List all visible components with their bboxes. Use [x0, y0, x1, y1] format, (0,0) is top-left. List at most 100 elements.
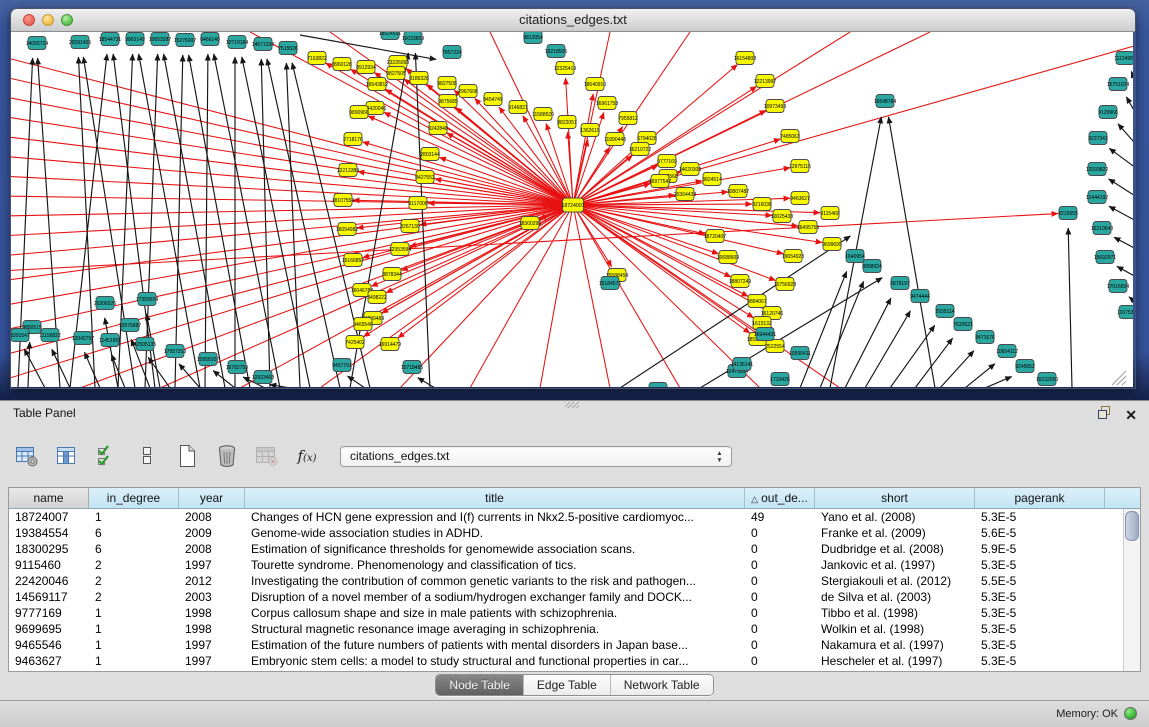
tab-node-table[interactable]: Node Table	[436, 675, 523, 695]
status-bar: Memory: OK	[0, 700, 1149, 727]
graph-node-label: 18524531	[379, 32, 401, 37]
graph-node-label: 11156822	[39, 333, 61, 339]
table-cell: 1998	[179, 621, 245, 637]
table-settings-button[interactable]	[14, 443, 40, 469]
graph-node-label: 14136141	[731, 362, 753, 368]
graph-node-label: 11588520	[532, 112, 554, 118]
graph-node-label: 8391547	[11, 333, 30, 339]
graph-node-label: 8878344	[382, 272, 402, 278]
column-header-name[interactable]: name	[9, 488, 89, 509]
graph-node-label: 18807249	[729, 279, 751, 285]
table-cell: 2012	[179, 573, 245, 589]
scrollbar-thumb[interactable]	[1125, 511, 1139, 541]
tab-network-table[interactable]: Network Table	[610, 675, 713, 695]
table-row[interactable]: 1830029562008Estimation of significance …	[9, 541, 1140, 557]
table-cell: 5.3E-5	[975, 605, 1105, 621]
graph-node-label: 16210722	[629, 147, 651, 153]
graph-node-label: 9474444	[910, 294, 930, 300]
network-table-selector[interactable]: citations_edges.txt ▲▼	[340, 446, 732, 467]
graph-node-label: 15718485	[401, 365, 423, 371]
node-table: namein_degreeyeartitle△out_de...shortpag…	[8, 487, 1141, 672]
table-row[interactable]: 1872400712008Changes of HCN gene express…	[9, 509, 1140, 525]
graph-node-label: 7955812	[618, 116, 638, 122]
table-row[interactable]: 969969511998Structural magnetic resonanc…	[9, 621, 1140, 637]
row-options-button[interactable]	[134, 443, 160, 469]
graph-node-label: 10719184	[226, 40, 248, 46]
function-icon: f(x)	[297, 447, 316, 465]
table-cell: 1997	[179, 557, 245, 573]
graph-node-label: 9890966	[349, 110, 369, 116]
network-window-titlebar[interactable]: citations_edges.txt	[11, 9, 1135, 32]
delete-table-button[interactable]	[254, 443, 280, 469]
table-vertical-scrollbar[interactable]	[1123, 509, 1140, 671]
network-canvas[interactable]: 7163822896012889129342322605898275051654…	[11, 32, 1133, 387]
table-cell: 5.3E-5	[975, 557, 1105, 573]
graph-node-label: 8215955	[1058, 211, 1078, 217]
column-header-in_degree[interactable]: in_degree	[89, 488, 179, 509]
table-cell: 18300295	[9, 541, 89, 557]
table-cell: 2	[89, 557, 179, 573]
graph-node-label: 12093822	[1086, 167, 1108, 173]
graph-node-label: 15276007	[174, 38, 196, 44]
citation-network-graph[interactable]: 7163822896012889129342322605898275051654…	[11, 32, 1133, 387]
graph-node-label: 16120746	[761, 311, 783, 317]
function-builder-button[interactable]: f(x)	[294, 443, 320, 469]
column-header-title[interactable]: title	[245, 488, 745, 509]
table-row[interactable]: 946362711997Embryonic stem cells: a mode…	[9, 653, 1140, 669]
tab-edge-table[interactable]: Edge Table	[523, 675, 610, 695]
graph-node-label: 12213997	[754, 79, 776, 85]
graph-node-label: 16054982	[336, 227, 358, 233]
graph-node-label: 12353594	[389, 247, 411, 253]
graph-node-label: 10653287	[149, 37, 171, 43]
graph-node-label: 8216036	[752, 202, 772, 208]
table-type-segmented-control: Node TableEdge TableNetwork Table	[435, 674, 713, 696]
graph-node-label: 1362615	[580, 128, 600, 134]
table-row[interactable]: 1938455462009Genome-wide association stu…	[9, 525, 1140, 541]
table-cell: 9463627	[9, 653, 89, 669]
graph-node-label: 9862149	[125, 37, 145, 43]
memory-status-indicator-icon[interactable]	[1124, 707, 1137, 720]
column-header-year[interactable]: year	[179, 488, 245, 509]
table-row[interactable]: 1456911722003Disruption of a novel membe…	[9, 589, 1140, 605]
table-cell: Jankovic et al. (1997)	[815, 557, 975, 573]
graph-node-label: 2718176	[343, 137, 363, 143]
column-header-pagerank[interactable]: pagerank	[975, 488, 1105, 509]
graph-node-label: 3824514	[702, 177, 722, 183]
window-resize-grip[interactable]	[1112, 371, 1126, 385]
zoom-window-button[interactable]	[61, 14, 73, 26]
graph-node-label: 8186328	[409, 76, 429, 82]
network-window: citations_edges.txt 71638228960128891293…	[10, 8, 1136, 389]
minimize-window-button[interactable]	[42, 14, 54, 26]
column-header-short[interactable]: short	[815, 488, 975, 509]
table-cell: 0	[745, 557, 815, 573]
table-cell: 1998	[179, 605, 245, 621]
table-cell: Embryonic stem cells: a model to study s…	[245, 653, 745, 669]
graph-node-label: 8912934	[356, 65, 376, 71]
graph-node-label: 3498222	[367, 295, 387, 301]
table-row[interactable]: 946554611997Estimation of the future num…	[9, 637, 1140, 653]
close-panel-button[interactable]: ✕	[1125, 408, 1137, 422]
graph-node-label: 17957253	[164, 349, 186, 355]
table-row[interactable]: 911546021997Tourette syndrome. Phenomeno…	[9, 557, 1140, 573]
close-window-button[interactable]	[23, 14, 35, 26]
table-row[interactable]: 2242004622012Investigating the contribut…	[9, 573, 1140, 589]
table-cell: 1	[89, 605, 179, 621]
create-new-table-button[interactable]	[174, 443, 200, 469]
table-cell: 0	[745, 621, 815, 637]
delete-table-icon	[255, 445, 279, 467]
select-columns-button[interactable]	[94, 443, 120, 469]
column-header-out_de[interactable]: △out_de...	[745, 488, 815, 509]
table-cell: 2008	[179, 541, 245, 557]
float-panel-button[interactable]	[1097, 405, 1111, 424]
table-row[interactable]: 977716911998Corpus callosum shape and si…	[9, 605, 1140, 621]
graph-node-label: 9146821	[508, 105, 528, 111]
show-column-button[interactable]	[54, 443, 80, 469]
graph-node-label: 2803144	[420, 152, 440, 158]
delete-column-button[interactable]	[214, 443, 240, 469]
new-document-icon	[177, 444, 197, 468]
graph-node-label: 9117006	[408, 201, 427, 207]
network-view-area: citations_edges.txt 71638228960128891293…	[0, 0, 1149, 400]
graph-node-label: 10688609	[717, 255, 739, 261]
table-cell: 0	[745, 525, 815, 541]
graph-node-label: 18640910	[584, 82, 606, 88]
